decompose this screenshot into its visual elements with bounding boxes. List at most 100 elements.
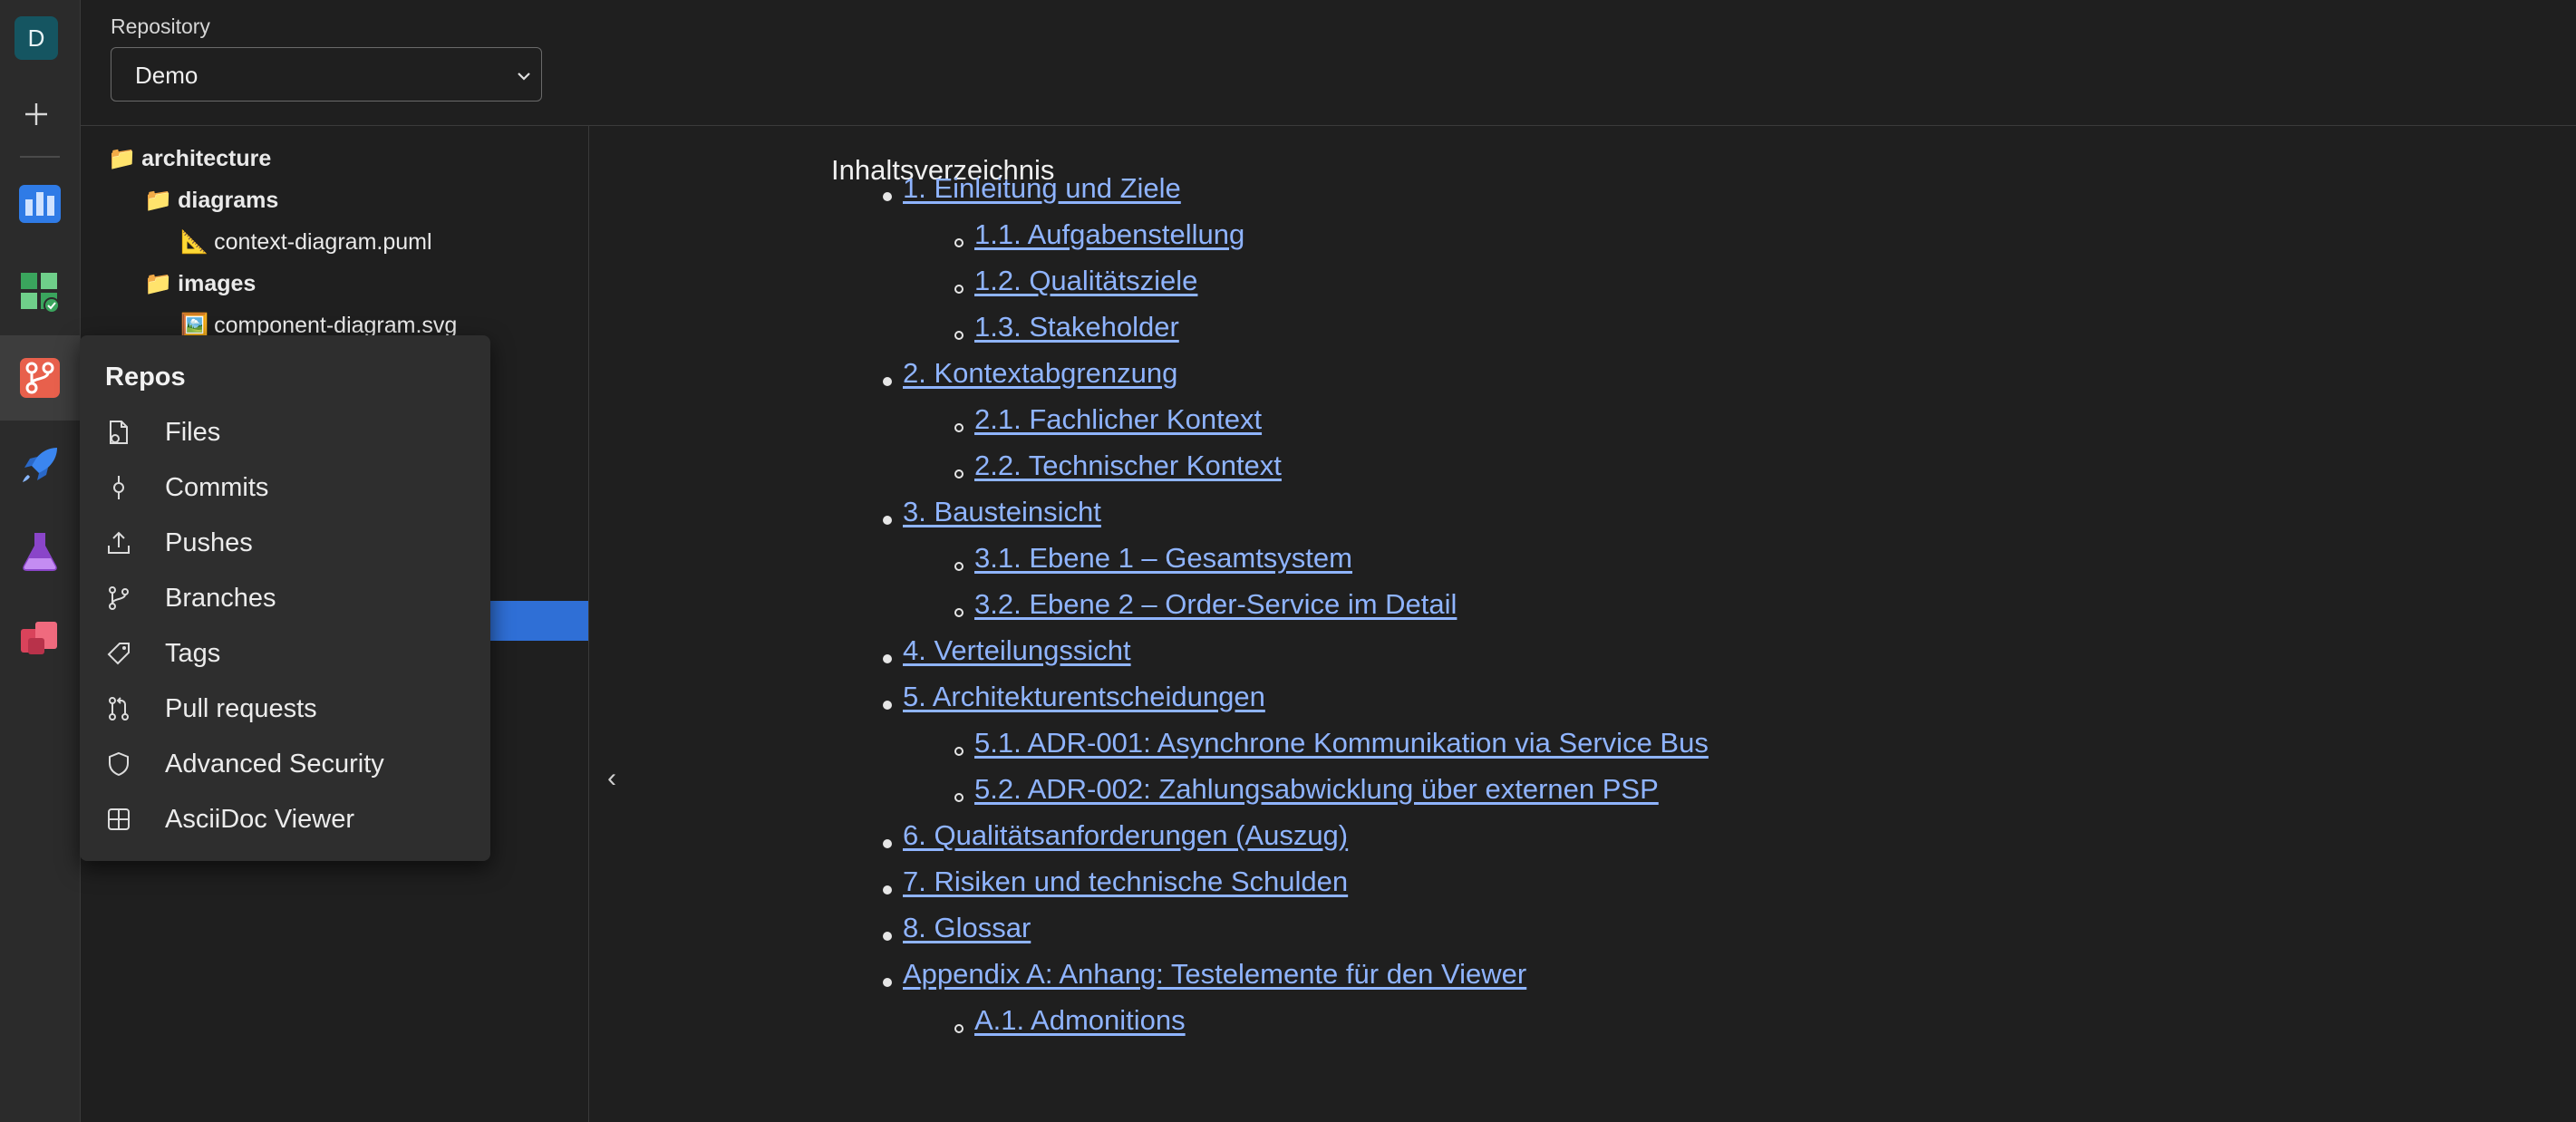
toc-link[interactable]: 5.1. ADR-001: Asynchrone Kommunikation v… <box>974 727 1709 759</box>
toc-link[interactable]: A.1. Admonitions <box>974 1004 1186 1036</box>
toc-link[interactable]: 2. Kontextabgrenzung <box>903 357 1177 389</box>
nav-rail: D <box>0 0 81 1122</box>
toc-item: 2. Kontextabgrenzung <box>903 357 1177 390</box>
shield-icon <box>109 751 129 777</box>
toc-sub-bullet <box>954 285 964 294</box>
toc-link[interactable]: 2.1. Fachlicher Kontext <box>974 403 1262 435</box>
tag-icon <box>107 643 130 665</box>
toc-sub-bullet <box>954 793 964 802</box>
tree-folder-architecture[interactable]: 📁 architecture <box>108 146 271 172</box>
collapse-panel-chevron-icon[interactable]: ‹ <box>607 763 616 794</box>
toc-link[interactable]: Appendix A: Anhang: Testelemente für den… <box>903 958 1526 990</box>
branch-icon <box>109 586 129 610</box>
toc-bullet <box>883 654 892 663</box>
toc-bullet <box>883 978 892 987</box>
menu-item-pushes[interactable]: Pushes <box>105 520 468 566</box>
toc-link[interactable]: 1. Einleitung und Ziele <box>903 172 1181 204</box>
toc-item: 5.1. ADR-001: Asynchrone Kommunikation v… <box>974 727 1709 759</box>
toc-link[interactable]: 6. Qualitätsanforderungen (Auszug) <box>903 819 1348 851</box>
toc-item: A.1. Admonitions <box>974 1004 1186 1037</box>
menu-item-tags[interactable]: Tags <box>105 631 468 676</box>
toc-link[interactable]: 3. Bausteinsicht <box>903 496 1101 527</box>
folder-icon: 📁 <box>144 188 173 213</box>
grid-icon <box>108 808 130 830</box>
push-icon <box>108 531 130 554</box>
menu-item-files[interactable]: Files <box>105 410 468 455</box>
pull-request-icon <box>109 697 129 721</box>
toc-bullet <box>883 839 892 848</box>
rocket-icon <box>23 448 57 482</box>
rail-test-button[interactable] <box>0 509 80 595</box>
rail-boards-button[interactable] <box>0 161 80 247</box>
toc-link[interactable]: 4. Verteilungssicht <box>903 634 1131 666</box>
toc-link[interactable]: 1.3. Stakeholder <box>974 311 1179 343</box>
toc-link[interactable]: 5. Architekturentscheidungen <box>903 681 1265 712</box>
folder-icon: 📁 <box>108 146 137 171</box>
rail-pipelines-button[interactable] <box>0 422 80 508</box>
toc-bullet <box>883 885 892 895</box>
toc-bullet <box>883 192 892 201</box>
toc-sub-bullet <box>954 1024 964 1033</box>
toc-sub-bullet <box>954 469 964 479</box>
boards-icon <box>19 185 61 223</box>
toc-item: 3.1. Ebene 1 – Gesamtsystem <box>974 542 1352 575</box>
rail-artifacts-button[interactable] <box>0 595 80 680</box>
toc-link[interactable]: 8. Glossar <box>903 912 1031 943</box>
tree-folder-images[interactable]: 📁 images <box>144 271 256 297</box>
tree-folder-diagrams[interactable]: 📁 diagrams <box>144 188 278 214</box>
toc-bullet <box>883 516 892 525</box>
toc-item: 4. Verteilungssicht <box>903 634 1131 667</box>
toc-sub-bullet <box>954 608 964 617</box>
menu-item-branches[interactable]: Branches <box>105 576 468 621</box>
table-of-contents: Inhaltsverzeichnis 1. Einleitung und Zie… <box>831 154 1709 1036</box>
rail-repos-button[interactable] <box>0 335 80 421</box>
toc-link[interactable]: 5.2. ADR-002: Zahlungsabwicklung über ex… <box>974 773 1659 805</box>
toc-item: 5. Architekturentscheidungen <box>903 681 1265 713</box>
toc-link[interactable]: 1.1. Aufgabenstellung <box>974 218 1244 250</box>
file-icon <box>110 421 128 444</box>
repository-value: Demo <box>135 62 199 89</box>
toc-item: 6. Qualitätsanforderungen (Auszug) <box>903 819 1348 852</box>
chevron-down-icon <box>518 73 530 81</box>
folder-icon: 📁 <box>144 271 173 296</box>
toc-item: 5.2. ADR-002: Zahlungsabwicklung über ex… <box>974 773 1659 806</box>
toc-sub-bullet <box>954 331 964 340</box>
repository-header: Repository Demo <box>81 0 2576 126</box>
toc-item: 8. Glossar <box>903 912 1031 944</box>
toc-item: Appendix A: Anhang: Testelemente für den… <box>903 958 1526 991</box>
toc-item: 3.2. Ebene 2 – Order-Service im Detail <box>974 588 1457 621</box>
rail-pipelines-check-button[interactable] <box>0 249 80 334</box>
menu-item-commits[interactable]: Commits <box>105 465 468 510</box>
toc-link[interactable]: 1.2. Qualitätsziele <box>974 265 1197 296</box>
organization-avatar[interactable]: D <box>15 16 58 60</box>
toc-item: 1.1. Aufgabenstellung <box>974 218 1244 251</box>
menu-item-advanced-security[interactable]: Advanced Security <box>105 741 468 787</box>
toc-sub-bullet <box>954 562 964 571</box>
toc-sub-bullet <box>954 238 964 247</box>
triangle-ruler-icon: 📐 <box>180 229 209 255</box>
toc-link[interactable]: 3.1. Ebene 1 – Gesamtsystem <box>974 542 1352 574</box>
repository-select[interactable]: Demo <box>111 47 542 102</box>
rail-divider <box>20 156 60 158</box>
flask-icon <box>23 533 57 571</box>
plus-icon[interactable] <box>22 100 51 129</box>
menu-item-asciidoc-viewer[interactable]: AsciiDoc Viewer <box>105 797 468 842</box>
toc-link[interactable]: 3.2. Ebene 2 – Order-Service im Detail <box>974 588 1457 620</box>
repository-label: Repository <box>111 15 210 38</box>
artifacts-icon <box>21 622 57 654</box>
toc-link[interactable]: 7. Risiken und technische Schulden <box>903 866 1348 897</box>
tree-file-context-diagram[interactable]: 📐 context-diagram.puml <box>180 229 432 256</box>
toc-link[interactable]: 2.2. Technischer Kontext <box>974 450 1282 481</box>
toc-item: 3. Bausteinsicht <box>903 496 1101 528</box>
toc-sub-bullet <box>954 423 964 432</box>
toc-item: 1. Einleitung und Ziele <box>903 172 1181 205</box>
toc-item: 7. Risiken und technische Schulden <box>903 866 1348 898</box>
toc-item: 1.2. Qualitätsziele <box>974 265 1197 297</box>
test-plans-icon <box>21 273 60 314</box>
menu-item-pull-requests[interactable]: Pull requests <box>105 686 468 731</box>
flyout-title: Repos <box>105 363 186 392</box>
toc-item: 1.3. Stakeholder <box>974 311 1179 343</box>
toc-sub-bullet <box>954 747 964 756</box>
toc-bullet <box>883 377 892 386</box>
toc-item: 2.2. Technischer Kontext <box>974 450 1282 482</box>
